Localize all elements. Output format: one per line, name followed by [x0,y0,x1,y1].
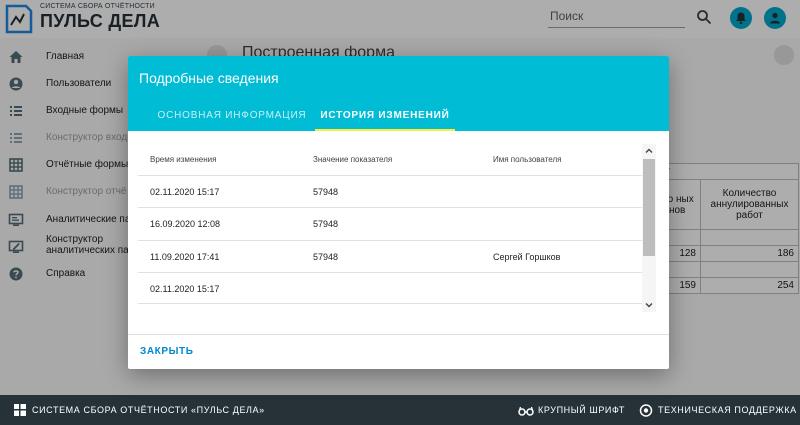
support-label: ТЕХНИЧЕСКАЯ ПОДДЕРЖКА [658,405,797,415]
table-row: 02.11.2020 15:17 57948 [138,175,642,207]
cell-value: 57948 [313,219,339,229]
cell-time: 16.09.2020 12:08 [150,219,221,229]
column-header-time: Время изменения [150,155,217,164]
cell-time: 02.11.2020 15:17 [150,284,220,294]
tab-main-info[interactable]: ОСНОВНАЯ ИНФОРМАЦИЯ [157,103,307,131]
support-button[interactable]: ТЕХНИЧЕСКАЯ ПОДДЕРЖКА [638,404,796,418]
footer-system-name: СИСТЕМА СБОРА ОТЧЁТНОСТИ «ПУЛЬС ДЕЛА» [32,405,265,415]
large-font-label: КРУПНЫЙ ШРИФТ [538,405,626,415]
dialog-header: Подробные сведения ОСНОВНАЯ ИНФОРМАЦИЯ И… [128,56,669,131]
windows-logo-icon [14,404,26,416]
cell-time: 11.09.2020 17:41 [150,252,220,262]
dialog-title: Подробные сведения [139,70,279,86]
history-table: Время изменения Значение показателя Имя … [138,144,642,312]
cell-value: 57948 [313,187,339,197]
tab-change-history[interactable]: ИСТОРИЯ ИЗМЕНЕНИЙ [316,103,454,131]
tab-indicator [315,129,455,131]
chevron-up-icon[interactable] [642,144,656,158]
app-footer: СИСТЕМА СБОРА ОТЧЁТНОСТИ «ПУЛЬС ДЕЛА» КР… [0,395,800,425]
glasses-icon [518,406,534,416]
table-row: 16.09.2020 12:08 57948 [138,207,642,239]
column-header-value: Значение показателя [313,155,393,164]
chevron-down-icon[interactable] [642,298,656,312]
dialog-divider [128,334,669,335]
large-font-button[interactable]: КРУПНЫЙ ШРИФТ [518,404,628,418]
cell-user: Сергей Горшков [493,252,561,262]
details-dialog: Подробные сведения ОСНОВНАЯ ИНФОРМАЦИЯ И… [128,56,669,369]
scrollbar-thumb[interactable] [643,159,655,256]
cell-value: 57948 [313,252,339,262]
close-button[interactable]: ЗАКРЫТЬ [132,342,202,362]
column-header-user: Имя пользователя [493,155,562,164]
cell-time: 02.11.2020 15:17 [150,187,220,197]
support-icon [639,404,653,417]
table-row: 11.09.2020 17:41 57948 Сергей Горшков [138,240,642,272]
table-row: 02.11.2020 15:17 [138,272,642,304]
